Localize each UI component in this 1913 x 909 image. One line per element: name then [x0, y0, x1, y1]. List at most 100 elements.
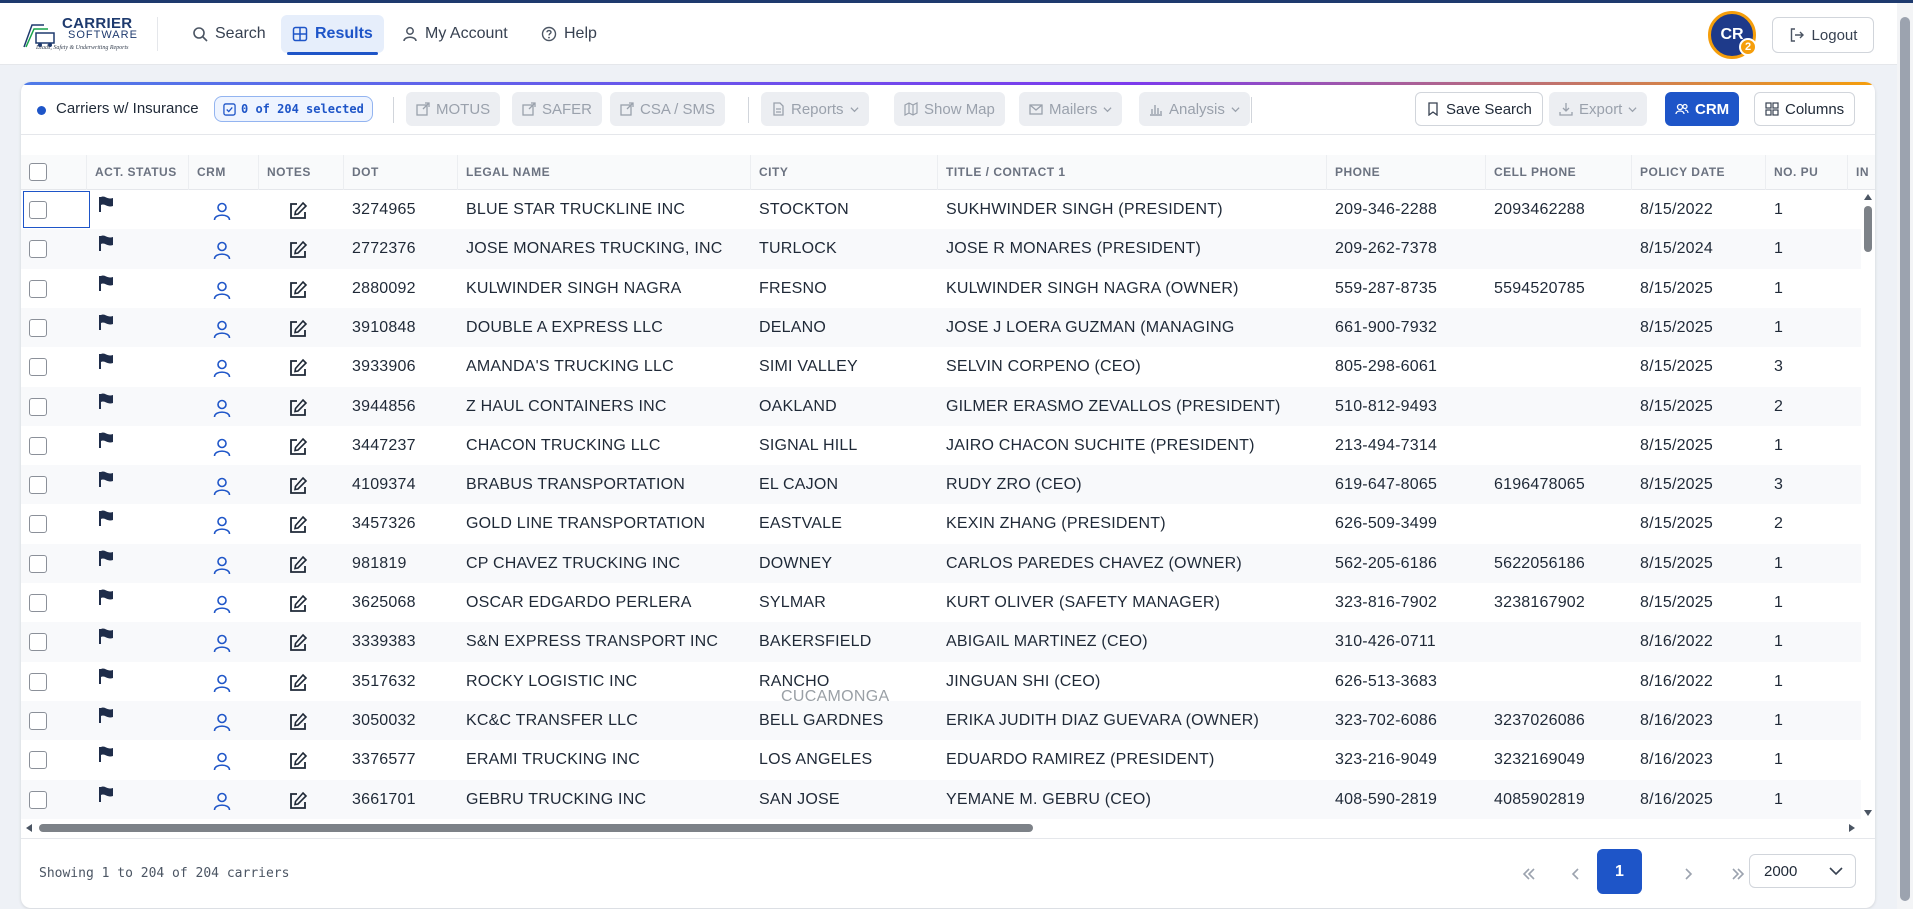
flag-icon[interactable]	[97, 627, 115, 645]
header-dot[interactable]: DOT	[344, 155, 458, 190]
crm-user-icon[interactable]	[212, 673, 232, 693]
edit-note-icon[interactable]	[288, 319, 308, 339]
table-row[interactable]: 3517632 ROCKY LOGISTIC INC RANCHO JINGUAN S…	[21, 662, 1861, 705]
motus-button[interactable]: MOTUS	[406, 92, 501, 126]
flag-icon[interactable]	[97, 352, 115, 370]
last-page-icon[interactable]	[1729, 865, 1747, 883]
current-page-button[interactable]: 1	[1597, 849, 1642, 894]
edit-note-icon[interactable]	[288, 201, 308, 221]
table-row[interactable]: 3910848 DOUBLE A EXPRESS LLC DELANO JOSE J …	[21, 307, 1861, 348]
edit-note-icon[interactable]	[288, 515, 308, 535]
row-checkbox[interactable]	[29, 240, 47, 259]
safer-button[interactable]: SAFER	[512, 92, 603, 126]
row-checkbox[interactable]	[29, 790, 47, 809]
carrier-software-logo[interactable]: CARRIER SOFTWARE Leads, Safety & Underwr…	[22, 13, 137, 55]
save-search-button[interactable]: Save Search	[1415, 92, 1543, 126]
edit-note-icon[interactable]	[288, 555, 308, 575]
crm-user-icon[interactable]	[212, 594, 232, 614]
scroll-left-arrow-icon[interactable]	[26, 824, 32, 832]
flag-icon[interactable]	[97, 470, 115, 488]
scroll-up-arrow-icon[interactable]	[1864, 194, 1872, 200]
table-row[interactable]: 2772376 JOSE MONARES TRUCKING, INC TURLOCK…	[21, 229, 1861, 269]
flag-icon[interactable]	[97, 667, 115, 685]
edit-note-icon[interactable]	[288, 791, 308, 811]
edit-note-icon[interactable]	[288, 673, 308, 693]
flag-icon[interactable]	[97, 706, 115, 724]
mailers-dropdown[interactable]: Mailers	[1019, 92, 1123, 126]
flag-icon[interactable]	[97, 392, 115, 410]
flag-icon[interactable]	[97, 313, 115, 331]
header-policy-date[interactable]: POLICY DATE	[1632, 155, 1766, 190]
crm-user-icon[interactable]	[212, 358, 232, 378]
row-checkbox[interactable]	[29, 711, 47, 730]
header-act-status[interactable]: ACT. STATUS	[87, 155, 189, 190]
crm-user-icon[interactable]	[212, 555, 232, 575]
header-select-all[interactable]	[21, 155, 87, 190]
flag-icon[interactable]	[97, 549, 115, 567]
logout-button[interactable]: Logout	[1772, 17, 1874, 53]
row-checkbox[interactable]	[29, 318, 47, 337]
row-checkbox[interactable]	[29, 594, 47, 612]
next-page-icon[interactable]	[1679, 865, 1697, 883]
edit-note-icon[interactable]	[288, 594, 308, 614]
edit-note-icon[interactable]	[288, 280, 308, 300]
header-crm[interactable]: CRM	[189, 155, 259, 190]
table-row[interactable]: 2880092 KULWINDER SINGH NAGRA FRESNO KULWIN…	[21, 269, 1861, 308]
header-in[interactable]: IN	[1848, 155, 1875, 190]
table-horizontal-scrollbar[interactable]	[21, 820, 1861, 836]
show-map-button[interactable]: Show Map	[894, 92, 1005, 126]
table-vscroll-thumb[interactable]	[1864, 206, 1872, 252]
columns-button[interactable]: Columns	[1754, 92, 1856, 126]
row-checkbox[interactable]	[29, 554, 47, 573]
crm-user-icon[interactable]	[212, 633, 232, 653]
header-phone[interactable]: PHONE	[1327, 155, 1486, 190]
reports-dropdown[interactable]: Reports	[761, 92, 869, 126]
header-legal-name[interactable]: LEGAL NAME	[458, 155, 751, 190]
header-notes[interactable]: NOTES	[259, 155, 344, 190]
row-checkbox[interactable]	[29, 279, 47, 298]
flag-icon[interactable]	[97, 274, 115, 292]
previous-page-icon[interactable]	[1567, 865, 1585, 883]
table-row[interactable]: 3376577 ERAMI TRUCKING INC LOS ANGELES EDUA…	[21, 740, 1861, 779]
edit-note-icon[interactable]	[288, 398, 308, 418]
flag-icon[interactable]	[97, 785, 115, 803]
table-vertical-scrollbar[interactable]	[1861, 190, 1875, 820]
crm-user-icon[interactable]	[212, 398, 232, 418]
table-row[interactable]: 3457326 GOLD LINE TRANSPORTATION EASTVALE K…	[21, 504, 1861, 543]
table-row[interactable]: 3339383 S&N EXPRESS TRANSPORT INC BAKERSFI…	[21, 622, 1861, 662]
flag-icon[interactable]	[97, 234, 115, 252]
flag-icon[interactable]	[97, 509, 115, 527]
crm-user-icon[interactable]	[212, 240, 232, 260]
edit-note-icon[interactable]	[288, 751, 308, 771]
table-row[interactable]: 3661701 GEBRU TRUCKING INC SAN JOSE YEMANE …	[21, 779, 1861, 819]
table-row[interactable]: 4109374 BRABUS TRANSPORTATION EL CAJON RUDY…	[21, 465, 1861, 505]
table-row[interactable]: 3944856 Z HAUL CONTAINERS INC OAKLAND GILME…	[21, 386, 1861, 426]
table-row[interactable]: 3625068 OSCAR EDGARDO PERLERA SYLMAR KURT O…	[21, 583, 1861, 622]
crm-user-icon[interactable]	[212, 751, 232, 771]
select-all-checkbox[interactable]	[29, 163, 47, 181]
crm-user-icon[interactable]	[212, 280, 232, 300]
flag-icon[interactable]	[97, 431, 115, 449]
flag-icon[interactable]	[97, 588, 115, 606]
crm-user-icon[interactable]	[212, 476, 232, 496]
edit-note-icon[interactable]	[288, 633, 308, 653]
edit-note-icon[interactable]	[288, 712, 308, 732]
header-no-pu[interactable]: NO. PU	[1766, 155, 1848, 190]
crm-button[interactable]: CRM	[1665, 92, 1740, 126]
user-avatar[interactable]: CR 2	[1708, 11, 1757, 59]
flag-icon[interactable]	[97, 195, 115, 213]
scroll-right-arrow-icon[interactable]	[1849, 824, 1855, 832]
row-checkbox[interactable]	[29, 672, 47, 691]
first-page-icon[interactable]	[1520, 865, 1538, 883]
nav-my-account[interactable]: My Account	[391, 15, 519, 53]
table-hscroll-thumb[interactable]	[39, 824, 1033, 832]
nav-search[interactable]: Search	[181, 15, 277, 53]
edit-note-icon[interactable]	[288, 358, 308, 378]
row-checkbox[interactable]	[29, 436, 47, 455]
row-checkbox[interactable]	[29, 397, 47, 416]
analysis-dropdown[interactable]: Analysis	[1139, 92, 1250, 126]
scroll-down-arrow-icon[interactable]	[1864, 810, 1872, 816]
table-row[interactable]: 3447237 CHACON TRUCKING LLC SIGNAL HILL JAI…	[21, 426, 1861, 465]
filter-radio-dot[interactable]	[37, 106, 46, 115]
page-scrollbar[interactable]	[1897, 3, 1913, 909]
